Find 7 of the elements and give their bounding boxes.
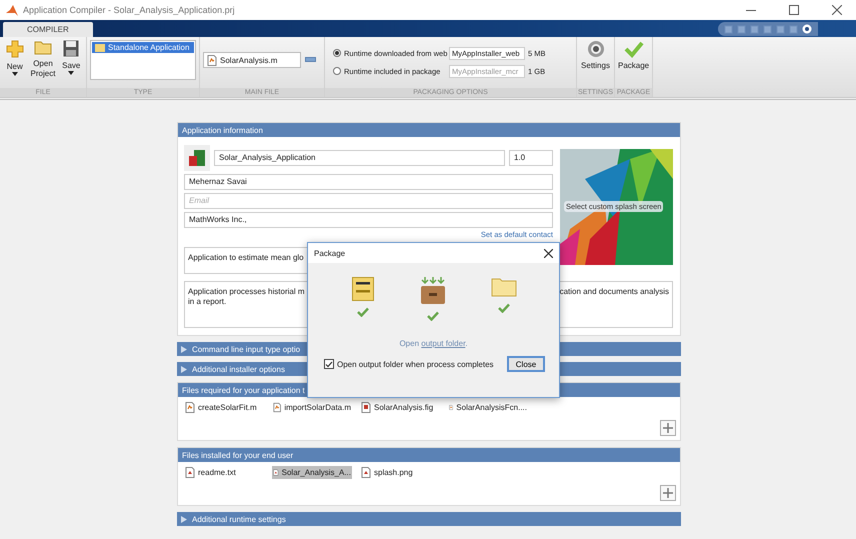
description-text: cation and documents analysis (560, 287, 669, 298)
section-header: Files installed for your end user (178, 448, 680, 462)
open-output-text: Open output folder. (399, 339, 468, 348)
dialog-title: Package (314, 248, 346, 258)
window-title: Application Compiler - Solar_Analysis_Application.prj (23, 5, 236, 15)
description-text: Application processes historial m in a report. (188, 287, 304, 308)
section-header: Application information (178, 123, 680, 137)
